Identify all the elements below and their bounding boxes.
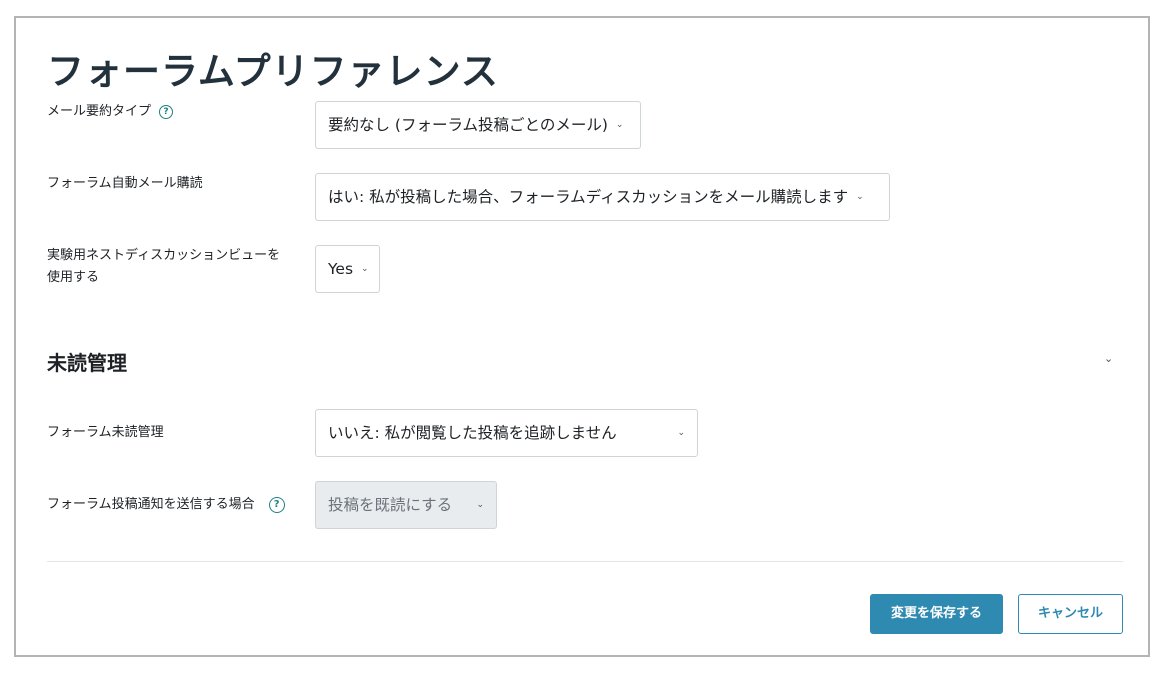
nested-view-label: 実験用ネストディスカッションビューを 使用する [47, 245, 280, 289]
chevron-down-icon: ⌄ [677, 428, 685, 438]
chevron-down-icon: ⌄ [361, 263, 369, 274]
help-icon[interactable]: ? [268, 496, 285, 513]
nested-view-value: Yes [328, 260, 354, 278]
auto-subscribe-value: はい: 私が投稿した場合、フォーラムディスカッションをメール購読します [328, 188, 849, 206]
nested-view-label-line1: 実験用ネストディスカッションビューを [47, 248, 281, 263]
cancel-button[interactable]: キャンセル [1018, 594, 1123, 634]
chevron-down-icon: ⌄ [476, 500, 484, 510]
mark-read-label: フォーラム投稿通知を送信する場合? [47, 494, 285, 516]
save-button[interactable]: 変更を保存する [870, 594, 1003, 634]
chevron-down-icon: ⌄ [856, 191, 864, 202]
track-unread-value: いいえ: 私が閲覧した投稿を追跡しません [328, 424, 617, 442]
nested-view-select[interactable]: Yes ⌄ [315, 245, 380, 293]
help-icon[interactable]: ? [159, 104, 174, 119]
divider [47, 561, 1123, 562]
mark-read-value: 投稿を既読にする [328, 496, 453, 514]
auto-subscribe-label: フォーラム自動メール購読 [47, 176, 203, 191]
digest-type-value: 要約なし (フォーラム投稿ごとのメール) [328, 116, 608, 134]
digest-type-label-text: メール要約タイプ [47, 104, 152, 119]
mark-read-label-text: フォーラム投稿通知を送信する場合 [47, 497, 255, 512]
page-title: フォーラムプリファレンス [47, 50, 499, 93]
digest-type-label: メール要約タイプ? [47, 101, 174, 123]
mark-read-select: 投稿を既読にする ⌄ [315, 481, 497, 529]
track-unread-label: フォーラム未読管理 [47, 425, 164, 440]
chevron-down-icon[interactable]: ⌄ [1104, 352, 1113, 365]
digest-type-select[interactable]: 要約なし (フォーラム投稿ごとのメール) ⌄ [315, 101, 641, 149]
auto-subscribe-select[interactable]: はい: 私が投稿した場合、フォーラムディスカッションをメール購読します ⌄ [315, 173, 890, 221]
track-unread-select[interactable]: いいえ: 私が閲覧した投稿を追跡しません ⌄ [315, 409, 698, 457]
nested-view-label-line2: 使用する [47, 270, 100, 285]
chevron-down-icon: ⌄ [615, 119, 624, 130]
section-title-unread[interactable]: 未読管理 [47, 349, 127, 377]
